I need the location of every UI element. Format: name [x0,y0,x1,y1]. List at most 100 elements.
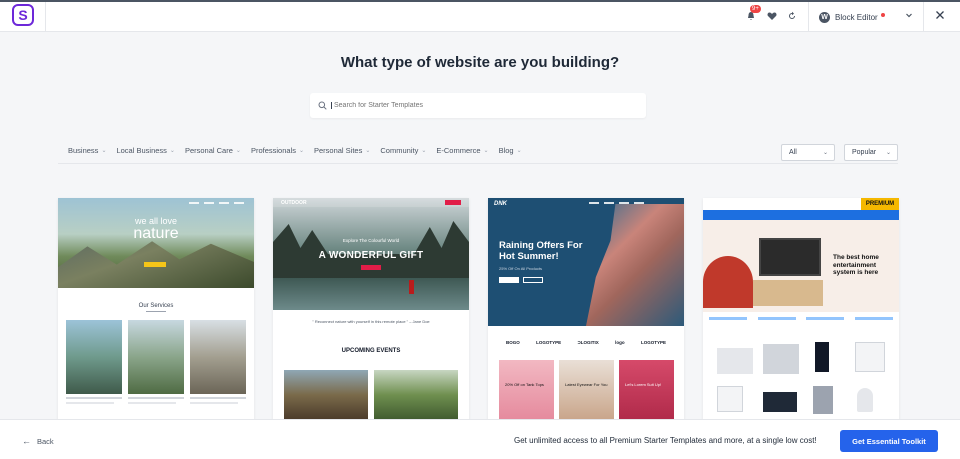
promo-tile-text: Let's Lorem Suit Up! [625,382,662,387]
wordpress-icon: W [819,11,830,23]
notification-badge: 9+ [750,5,761,13]
divider [58,163,898,164]
service-caption [190,402,238,404]
filter-label: Personal Sites [314,146,363,155]
chevron-down-icon: ⌄ [235,148,241,154]
product-image [763,344,799,374]
category-strip [709,312,893,324]
brand-logo: logo [615,340,625,345]
cabinet-image [753,280,823,306]
template-title: A WONDERFUL GIFT [318,250,424,261]
chevron-down-icon: ⌄ [885,150,891,156]
service-caption [190,397,246,399]
template-card-electronics[interactable]: PREMIUM The best home entertainment syst… [703,198,899,420]
template-brand: DNK [494,201,507,207]
headline-line: Hot Summer! [499,251,559,262]
template-title: nature [133,225,179,242]
chevron-down-icon: ⌄ [822,150,828,156]
product-image [717,386,743,412]
filter-professionals[interactable]: Professionals ⌄ [251,146,304,155]
template-cta [361,265,381,270]
template-card-nature[interactable]: we all love nature Our Services [58,198,254,420]
chevron-down-icon [905,11,913,21]
template-quote: " Reconnect nature with yourself in this… [312,319,430,324]
type-select[interactable]: All ⌄ [781,144,835,161]
template-subline: 25% Off On All Products [499,266,543,271]
bottom-bar: ← Back Get unlimited access to all Premi… [0,419,960,459]
event-image [284,370,368,420]
service-image [66,320,122,394]
filter-label: Professionals [250,146,296,155]
refresh-icon[interactable] [785,9,799,23]
template-nav [189,202,244,204]
service-caption [128,402,176,404]
logo-container: S [0,2,46,32]
filter-label: Personal Care [184,146,233,155]
brand-logo: BOGO [506,340,520,345]
promo-tile: 20% Off on Tank Tops [499,360,554,420]
template-card-dnk-store[interactable]: DNK Raining Offers For Hot Summer! 25% O… [488,198,684,420]
brand-logo: LOGOTYPE [640,340,666,345]
promo-tile: Latest Eyewear For You [559,360,614,420]
template-title: The best home entertainment system is he… [833,254,879,276]
template-title: Raining Offers For Hot Summer! [499,240,589,262]
template-nav [589,202,644,204]
get-toolkit-button[interactable]: Get Essential Toolkit [840,430,938,452]
filter-label: Blog [498,146,514,155]
editor-selector[interactable]: W Block Editor [808,2,924,32]
tv-image [759,238,821,276]
product-image [813,386,833,414]
filter-personal-care[interactable]: Personal Care ⌄ [185,146,241,155]
filter-local-business[interactable]: Local Business ⌄ [116,146,174,155]
brand-logo: ƆLOGITIX [577,340,599,345]
filter-community[interactable]: Community ⌄ [380,146,426,155]
service-image [128,320,184,394]
product-image [717,348,753,374]
type-select-value: All [789,149,797,156]
app-logo[interactable]: S [12,4,34,26]
page-title: What type of website are you building? [340,54,620,71]
editor-label: Block Editor [835,12,878,22]
search-box[interactable] [310,93,646,118]
filter-e-commerce[interactable]: E-Commerce ⌄ [436,146,488,155]
search-input[interactable] [331,102,631,109]
template-card-outdoor[interactable]: OUTDOOR Explore The Colourful World A WO… [273,198,469,420]
promo-tile: Let's Lorem Suit Up! [619,360,674,420]
headline-line: Raining Offers For [499,240,583,251]
person-figure [409,280,414,294]
filter-business[interactable]: Business ⌄ [68,146,106,155]
filter-label: Local Business [116,146,167,155]
premium-badge: PREMIUM [861,198,899,210]
service-caption [66,397,122,399]
chevron-down-icon: ⌄ [101,148,107,154]
arrow-left-icon: ← [22,436,31,446]
back-button[interactable]: ← Back [22,436,54,446]
decor-shape [703,256,753,308]
template-brand: OUTDOOR [281,200,307,206]
brand-logos: BOGO LOGOTYPE ƆLOGITIX logo LOGOTYPE [506,340,666,345]
category-filters: Business ⌄ Local Business ⌄ Personal Care ⌄… [68,146,532,155]
template-subtitle: Explore The Colourful World [342,238,400,243]
event-image [374,370,458,420]
close-icon[interactable] [934,8,946,24]
top-bar: S 9+ W Block Editor [0,0,960,32]
divider [146,311,166,312]
heart-icon[interactable] [765,9,779,23]
promo-text: Get unlimited access to all Premium Star… [514,436,817,445]
back-label: Back [37,436,54,446]
filter-blog[interactable]: Blog ⌄ [499,146,522,155]
chevron-down-icon: ⌄ [516,148,522,154]
filter-personal-sites[interactable]: Personal Sites ⌄ [314,146,370,155]
sort-select[interactable]: Popular ⌄ [844,144,898,161]
service-caption [66,402,114,404]
filter-label: Business [68,146,99,155]
product-image [855,342,885,372]
sort-select-value: Popular [852,149,877,156]
editor-status-dot [880,12,885,17]
search-icon [318,101,327,110]
brand-logo: LOGOTYPE [536,340,562,345]
section-title: Our Services [138,303,174,309]
product-image [763,392,797,412]
template-nav-button [445,200,461,205]
service-image [190,320,246,394]
